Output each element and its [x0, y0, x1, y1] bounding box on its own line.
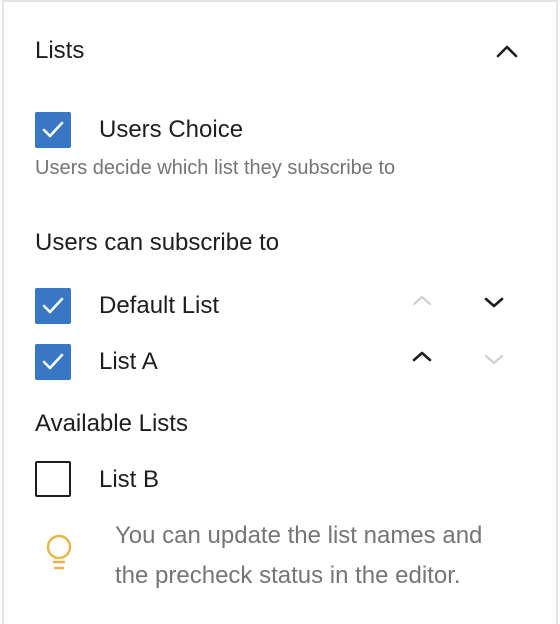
chevron-up-icon — [412, 351, 432, 362]
checkmark-icon — [42, 353, 64, 370]
chevron-up-icon — [496, 45, 518, 58]
list-b-label[interactable]: List B — [99, 465, 159, 495]
lightbulb-icon — [44, 532, 74, 578]
tip-text-line-2: the precheck status in the editor. — [115, 562, 461, 589]
list-a-move-down-button[interactable] — [478, 345, 510, 373]
default-list-move-up-button[interactable] — [406, 286, 438, 314]
list-a-checkbox[interactable] — [35, 344, 71, 380]
list-a-label[interactable]: List A — [99, 347, 158, 377]
available-section-heading: Available Lists — [35, 410, 188, 437]
tip-text-line-1: You can update the list names and — [115, 522, 483, 549]
default-list-move-down-button[interactable] — [478, 288, 510, 316]
panel-title: Lists — [35, 37, 85, 64]
subscribe-section-heading: Users can subscribe to — [35, 229, 280, 256]
checkmark-icon — [42, 121, 64, 138]
list-b-checkbox[interactable] — [35, 461, 71, 497]
chevron-down-icon — [484, 297, 504, 308]
lists-panel: Lists Users Choice Users decide which li… — [2, 0, 558, 624]
default-list-checkbox[interactable] — [35, 288, 71, 324]
default-list-label[interactable]: Default List — [99, 291, 219, 321]
list-a-move-up-button[interactable] — [406, 342, 438, 370]
collapse-panel-button[interactable] — [492, 36, 522, 66]
chevron-up-icon — [413, 296, 431, 305]
users-choice-checkbox[interactable] — [35, 112, 71, 148]
checkmark-icon — [42, 297, 64, 314]
chevron-down-icon — [485, 355, 503, 364]
users-choice-label[interactable]: Users Choice — [99, 115, 243, 145]
users-choice-help-text: Users decide which list they subscribe t… — [35, 157, 396, 179]
